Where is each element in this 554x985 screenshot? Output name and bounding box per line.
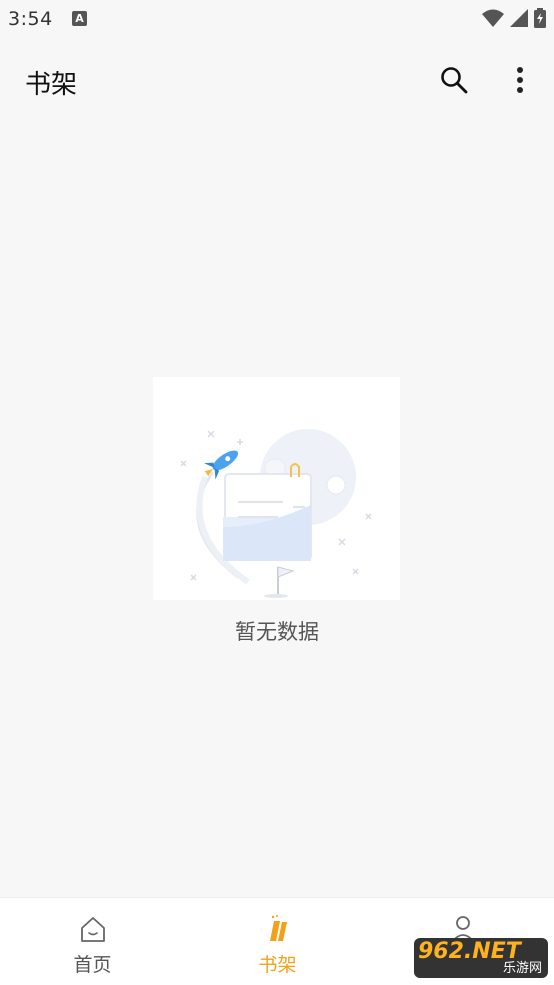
nav-label-bookshelf: 书架 [258, 954, 297, 976]
empty-state-message: 暂无数据 [235, 620, 319, 644]
empty-state-illustration [153, 377, 400, 600]
empty-rocket-illustration [180, 429, 372, 598]
home-icon [80, 917, 105, 942]
nav-item-home[interactable]: 首页 [0, 898, 185, 985]
bookshelf-icon [269, 915, 287, 941]
site-watermark: 962.NET 乐游网 [414, 938, 548, 978]
signal-icon [510, 9, 528, 27]
notification-icon: A [72, 11, 87, 26]
wifi-icon [482, 9, 504, 27]
more-options-button[interactable] [498, 58, 542, 102]
search-icon [441, 67, 468, 94]
app-toolbar: 书架 [0, 38, 554, 124]
status-icons [482, 8, 546, 28]
status-time: 3:54 [8, 8, 53, 30]
nav-label-home: 首页 [73, 954, 112, 976]
search-button[interactable] [432, 58, 476, 102]
page-title: 书架 [25, 70, 78, 100]
watermark-sub: 乐游网 [502, 961, 542, 976]
nav-item-bookshelf[interactable]: 书架 [185, 898, 370, 985]
status-bar: 3:54 A [0, 0, 554, 38]
more-vert-icon [517, 67, 523, 93]
battery-icon [534, 8, 546, 28]
